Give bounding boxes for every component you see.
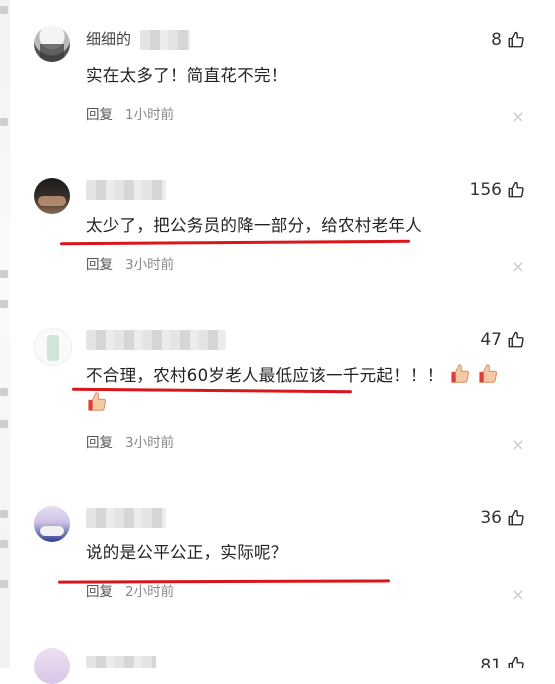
reply-button[interactable]: 回复 [86, 255, 113, 275]
reply-button[interactable]: 回复 [86, 582, 113, 602]
thumbs-up-icon[interactable] [507, 31, 525, 49]
like-count-value: 36 [480, 508, 502, 528]
left-edge-strip [0, 0, 10, 668]
avatar[interactable] [34, 328, 72, 366]
timestamp: 2小时前 [125, 584, 175, 600]
close-icon[interactable]: × [511, 109, 525, 125]
comment-meta: 回复 1小时前 [86, 105, 174, 125]
close-icon[interactable]: × [511, 259, 525, 275]
thumbs-up-icon[interactable] [507, 509, 525, 527]
thumbs-up-icon[interactable] [507, 331, 525, 349]
close-icon[interactable]: × [511, 587, 525, 603]
username-blur [140, 30, 190, 50]
edge-glyph [0, 540, 8, 548]
avatar[interactable] [34, 506, 70, 542]
username-blur [86, 180, 166, 200]
comment-text: 说的是公平公正，实际呢？ [86, 543, 288, 562]
username-blur [86, 508, 166, 528]
edge-glyph [0, 388, 8, 396]
timestamp: 1小时前 [125, 107, 175, 123]
like-count[interactable]: 36 [480, 506, 525, 530]
reply-button[interactable]: 回复 [86, 433, 113, 453]
thumbs-up-emoji-icon [478, 364, 497, 383]
username[interactable]: 细细的 [86, 28, 131, 50]
close-icon[interactable]: × [511, 437, 525, 453]
like-count[interactable]: 8 [491, 28, 525, 52]
edge-glyph [0, 270, 8, 278]
like-count-value: 81 [480, 656, 502, 668]
avatar[interactable] [34, 26, 70, 62]
thumbs-up-emoji-icon [451, 364, 470, 383]
timestamp: 3小时前 [125, 257, 175, 273]
edge-glyph [0, 118, 8, 126]
avatar[interactable] [34, 648, 70, 684]
like-count[interactable]: 81 [480, 656, 525, 668]
edge-glyph [0, 300, 8, 308]
comment-text: 太少了，把公务员的降一部分，给农村老年人 [86, 216, 422, 235]
avatar[interactable] [34, 178, 70, 214]
edge-glyph [0, 6, 8, 14]
thumbs-up-icon[interactable] [507, 656, 525, 668]
timestamp: 3小时前 [125, 435, 175, 451]
like-count-value: 47 [480, 330, 502, 350]
edge-glyph [0, 510, 8, 518]
like-count[interactable]: 47 [480, 328, 525, 352]
edge-glyph [0, 580, 8, 588]
edge-glyph [0, 420, 8, 428]
reply-button[interactable]: 回复 [86, 105, 113, 125]
username-blur [86, 330, 226, 350]
comment-meta: 回复 3小时前 [86, 255, 174, 275]
thumbs-up-emoji-icon [88, 392, 107, 411]
like-count-value: 156 [469, 180, 502, 200]
username-blur [86, 656, 156, 668]
comment-meta: 回复 3小时前 [86, 433, 174, 453]
comment-meta: 回复 2小时前 [86, 582, 174, 602]
red-underline [59, 239, 411, 246]
like-count-value: 8 [491, 30, 502, 50]
comment-text-value: 不合理，农村60岁老人最低应该一千元起！！！ [86, 366, 444, 385]
thumbs-up-icon[interactable] [507, 181, 525, 199]
like-count[interactable]: 156 [470, 178, 525, 202]
comment-text: 实在太多了！简直花不完！ [86, 66, 288, 85]
